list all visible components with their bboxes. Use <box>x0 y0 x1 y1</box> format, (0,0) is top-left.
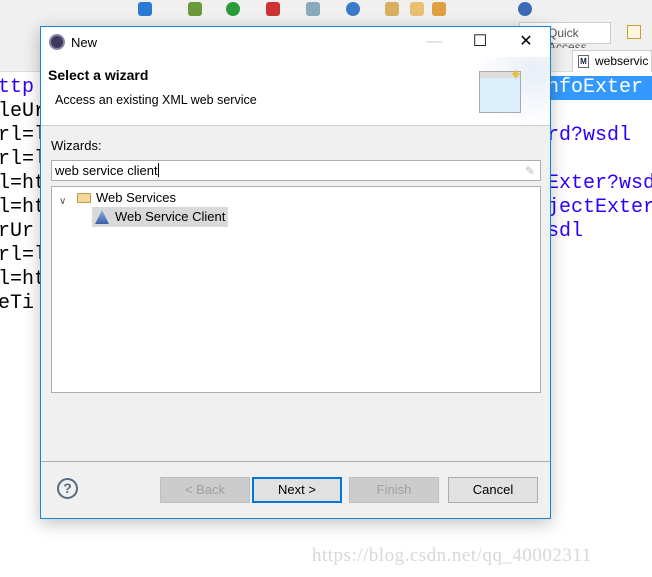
wizard-filter-input[interactable]: web service client ✎ <box>51 160 541 181</box>
editor-tab-label: webservic <box>595 54 649 68</box>
web-service-client-icon <box>95 210 109 224</box>
title-bar[interactable]: New — ☐ ✕ <box>41 27 550 57</box>
external-tools-icon[interactable] <box>266 2 280 16</box>
editor-tab[interactable]: Mwebservic <box>572 50 652 72</box>
new-server-icon[interactable] <box>306 2 320 16</box>
run-icon[interactable] <box>226 2 240 16</box>
tree-item-label: Web Service Client <box>115 209 226 224</box>
code-right: nfoExter rd?wsdl Exter?wsd jectExter sdl <box>547 76 652 244</box>
a-icon[interactable] <box>138 2 152 16</box>
open-type-icon[interactable] <box>385 2 399 16</box>
tree-item-web-service-client[interactable]: Web Service Client <box>92 207 228 227</box>
globe-icon[interactable] <box>518 2 532 16</box>
eclipse-icon <box>49 34 65 50</box>
wizards-label: Wizards: <box>51 138 102 153</box>
open-folder-icon[interactable] <box>410 2 424 16</box>
main-toolbar <box>0 0 652 20</box>
clear-filter-icon[interactable]: ✎ <box>525 164 535 178</box>
back-button[interactable]: < Back <box>160 477 250 503</box>
sparkle-icon: ✦ <box>509 67 523 84</box>
code-line: jectExter <box>547 196 652 219</box>
filter-text: web service client <box>55 163 158 178</box>
code-line: rd?wsdl <box>547 124 632 147</box>
header-title: Select a wizard <box>48 67 149 83</box>
tree-item-web-services[interactable]: ∨ Web Services <box>52 188 252 207</box>
wizard-tree[interactable]: ∨ Web Services Web Service Client <box>51 186 541 393</box>
folder-open-icon <box>77 193 91 203</box>
separator <box>41 461 550 462</box>
new-service-icon[interactable] <box>346 2 360 16</box>
minimize-button[interactable]: — <box>411 27 457 57</box>
dialog-title: New <box>71 35 98 50</box>
code-line: Exter?wsd <box>547 172 652 195</box>
pen-icon[interactable] <box>432 2 446 16</box>
open-perspective-icon[interactable] <box>627 25 641 39</box>
wizard-header: Select a wizard Access an existing XML w… <box>41 57 550 126</box>
code-line: sdl <box>547 220 584 243</box>
tree-folder-label: Web Services <box>96 190 176 205</box>
close-button[interactable]: ✕ <box>503 27 549 57</box>
finish-button[interactable]: Finish <box>349 477 439 503</box>
new-wizard-dialog: New — ☐ ✕ Select a wizard Access an exis… <box>40 26 551 519</box>
next-button[interactable]: Next > <box>252 477 342 503</box>
header-description: Access an existing XML web service <box>55 93 257 107</box>
chevron-down-icon[interactable]: ∨ <box>59 192 66 211</box>
code-line-selected: nfoExter <box>547 76 652 100</box>
manifest-icon: M <box>578 55 589 68</box>
cancel-button[interactable]: Cancel <box>448 477 538 503</box>
maximize-button[interactable]: ☐ <box>457 27 503 57</box>
help-icon[interactable]: ? <box>57 478 78 499</box>
watermark: https://blog.csdn.net/qq_40002311 <box>312 545 592 566</box>
debug-icon[interactable] <box>188 2 202 16</box>
